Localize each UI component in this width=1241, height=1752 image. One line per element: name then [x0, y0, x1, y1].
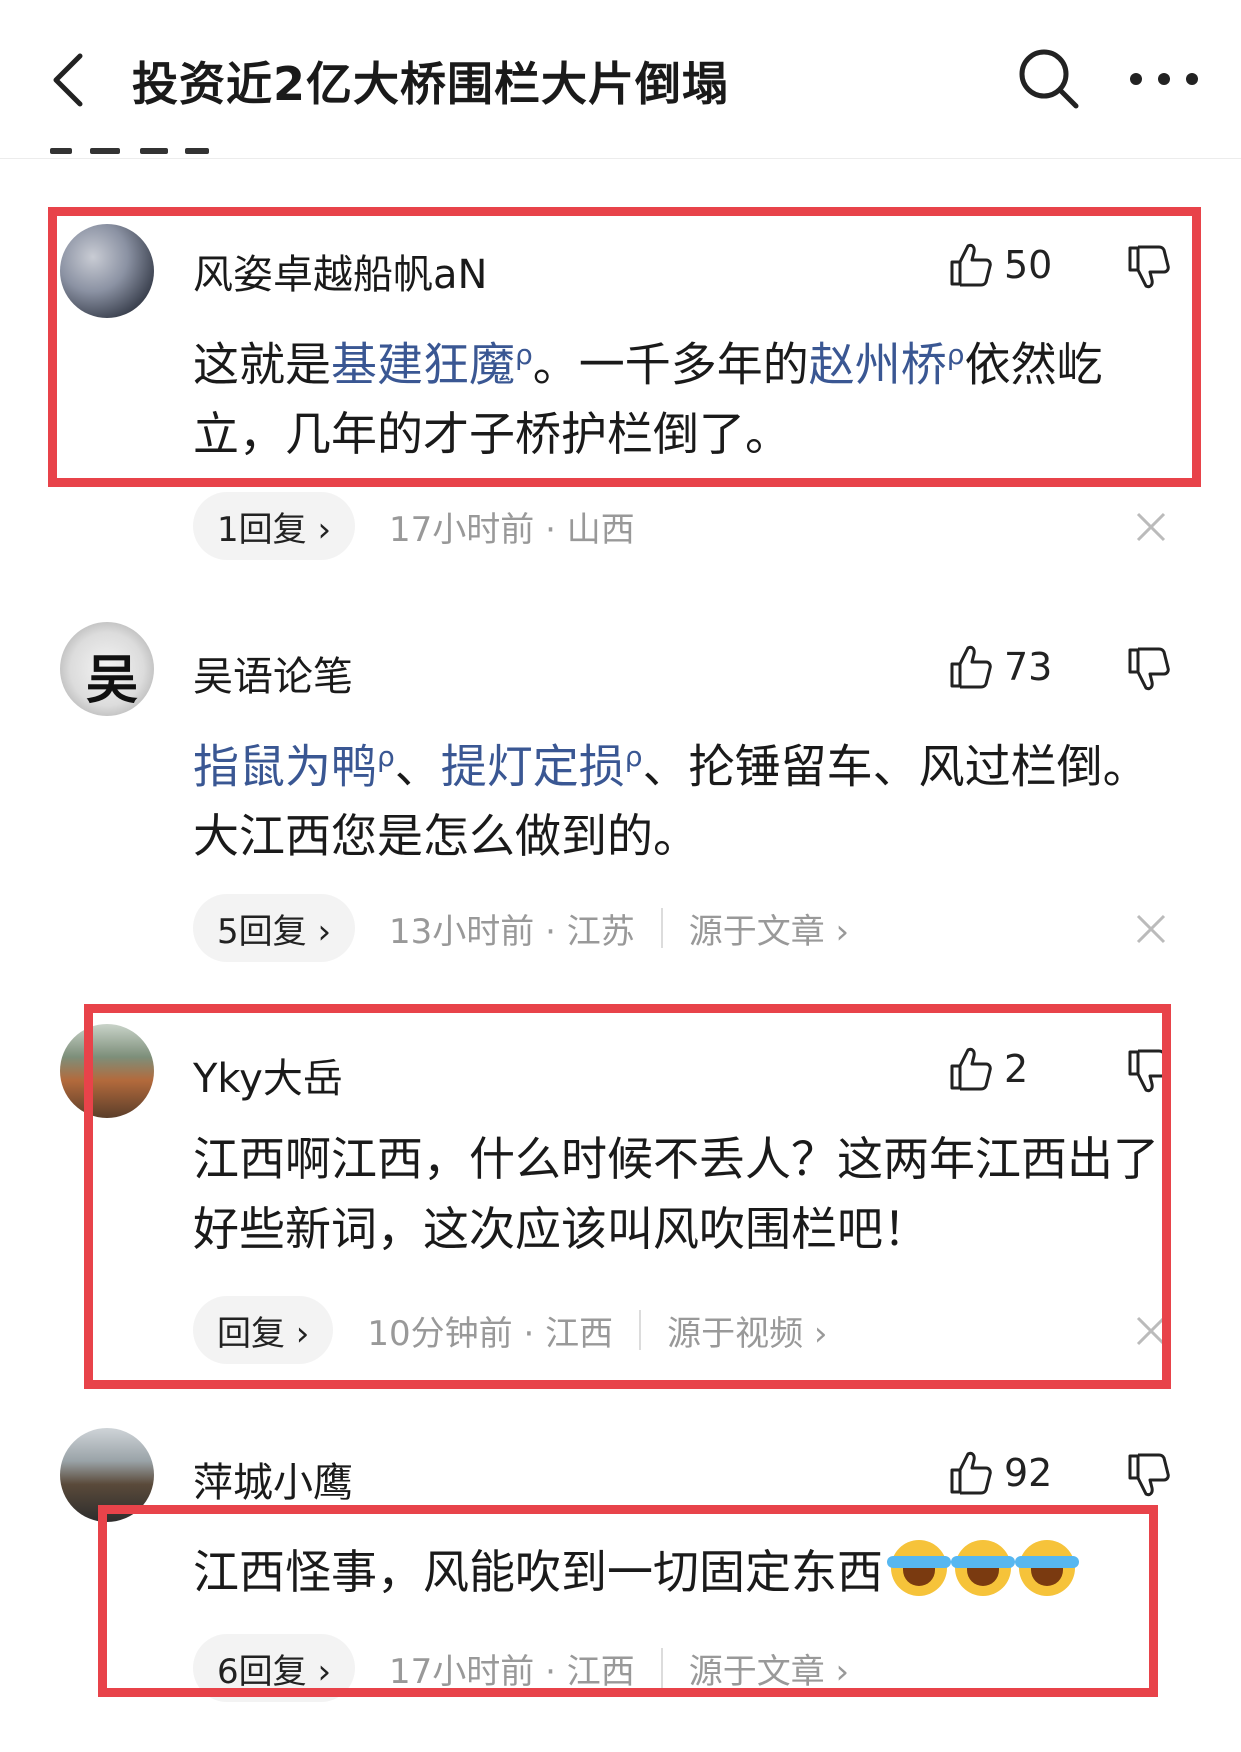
- divider: [660, 908, 663, 948]
- search-icon: ρ: [377, 740, 395, 773]
- replies-button[interactable]: 1回复 ›: [193, 492, 356, 560]
- back-icon[interactable]: [42, 50, 102, 110]
- thumbs-down-icon[interactable]: [1125, 646, 1171, 692]
- like-button[interactable]: 73: [948, 642, 1052, 692]
- page-title: 投资近2亿大桥围栏大片倒塌: [132, 57, 730, 111]
- close-icon[interactable]: [1134, 510, 1168, 544]
- highlight-box: [98, 1505, 1158, 1697]
- thumbs-up-icon: [950, 1451, 992, 1495]
- timestamp-location: 13小时前 · 江苏: [389, 911, 635, 952]
- username[interactable]: 吴语论笔: [193, 644, 353, 702]
- search-icon: ρ: [624, 740, 643, 773]
- scrolled-text-fragment: [50, 148, 220, 156]
- avatar[interactable]: 吴: [60, 622, 154, 716]
- keyword-link[interactable]: 提灯定损: [441, 739, 625, 793]
- thumbs-down-icon[interactable]: [1125, 1452, 1171, 1498]
- like-count: 92: [1004, 1451, 1053, 1495]
- replies-button[interactable]: 5回复 ›: [193, 894, 356, 962]
- comment-text: 指鼠为鸭ρ、提灯定损ρ、抡锤留车、风过栏倒。大江西您是怎么做到的。: [193, 739, 1149, 864]
- timestamp-location: 17小时前 · 山西: [389, 509, 635, 550]
- highlight-box: [84, 1004, 1171, 1389]
- thumbs-up-icon: [950, 645, 992, 689]
- source-link[interactable]: 源于文章 ›: [689, 904, 849, 953]
- like-button[interactable]: 92: [948, 1448, 1052, 1498]
- highlight-box: [48, 207, 1201, 487]
- top-bar: 投资近2亿大桥围栏大片倒塌: [0, 0, 1241, 159]
- close-icon[interactable]: [1134, 912, 1168, 946]
- keyword-link[interactable]: 指鼠为鸭: [193, 739, 377, 793]
- like-count: 73: [1004, 645, 1053, 689]
- more-options-icon[interactable]: [1130, 68, 1200, 92]
- username[interactable]: 萍城小鹰: [193, 1450, 353, 1508]
- search-icon[interactable]: [1014, 44, 1084, 114]
